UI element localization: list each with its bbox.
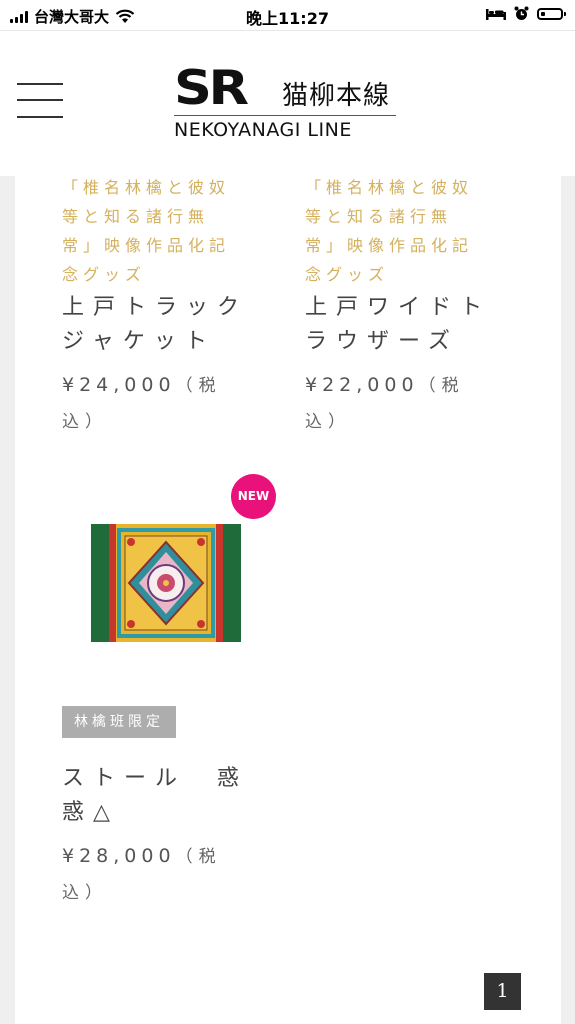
logo-subtitle: NEKOYANAGI LINE	[174, 119, 352, 141]
product-name[interactable]: 上戸ワイドト ラウザーズ	[305, 291, 505, 359]
site-logo[interactable]: SR 猫柳本線 NEKOYANAGI LINE	[174, 63, 400, 147]
product-price: ¥28,000（税 込）	[62, 845, 222, 903]
product-price: ¥22,000（税 込）	[305, 374, 465, 432]
product-card-stole[interactable]: ストール 惑 惑△ ¥28,000（税 込）	[62, 760, 262, 911]
product-tag: 「椎名林檎と彼奴 等と知る諸行無 常」映像作品化記 念グッズ	[305, 178, 474, 284]
product-name[interactable]: 上戸トラック ジャケット	[62, 291, 262, 359]
logo-mark: SR	[174, 61, 249, 116]
status-right	[486, 6, 566, 21]
product-card-track-jacket[interactable]: 「椎名林檎と彼奴 等と知る諸行無 常」映像作品化記 念グッズ 上戸トラック ジャ…	[62, 173, 262, 440]
product-image-stole[interactable]	[91, 524, 241, 642]
logo-divider	[174, 115, 396, 116]
new-badge: NEW	[231, 474, 276, 519]
product-name[interactable]: ストール 惑 惑△	[62, 762, 262, 830]
pagination-page-button[interactable]: 1	[484, 973, 521, 1010]
alarm-icon	[514, 6, 529, 20]
limited-badge: 林檎班限定	[62, 706, 176, 738]
menu-hamburger-icon[interactable]	[17, 83, 65, 123]
battery-icon	[537, 7, 566, 20]
product-card-wide-trousers[interactable]: 「椎名林檎と彼奴 等と知る諸行無 常」映像作品化記 念グッズ 上戸ワイドト ラウ…	[305, 173, 505, 440]
logo-japanese-text: 猫柳本線	[282, 81, 391, 111]
product-list: 「椎名林檎と彼奴 等と知る諸行無 常」映像作品化記 念グッズ 上戸トラック ジャ…	[15, 176, 561, 1024]
bed-icon	[486, 9, 506, 20]
status-bar: 台灣大哥大 晚上11:27	[0, 0, 575, 30]
site-header: SR 猫柳本線 NEKOYANAGI LINE	[0, 30, 575, 176]
product-tag: 「椎名林檎と彼奴 等と知る諸行無 常」映像作品化記 念グッズ	[62, 178, 231, 284]
product-price: ¥24,000（税 込）	[62, 374, 222, 432]
